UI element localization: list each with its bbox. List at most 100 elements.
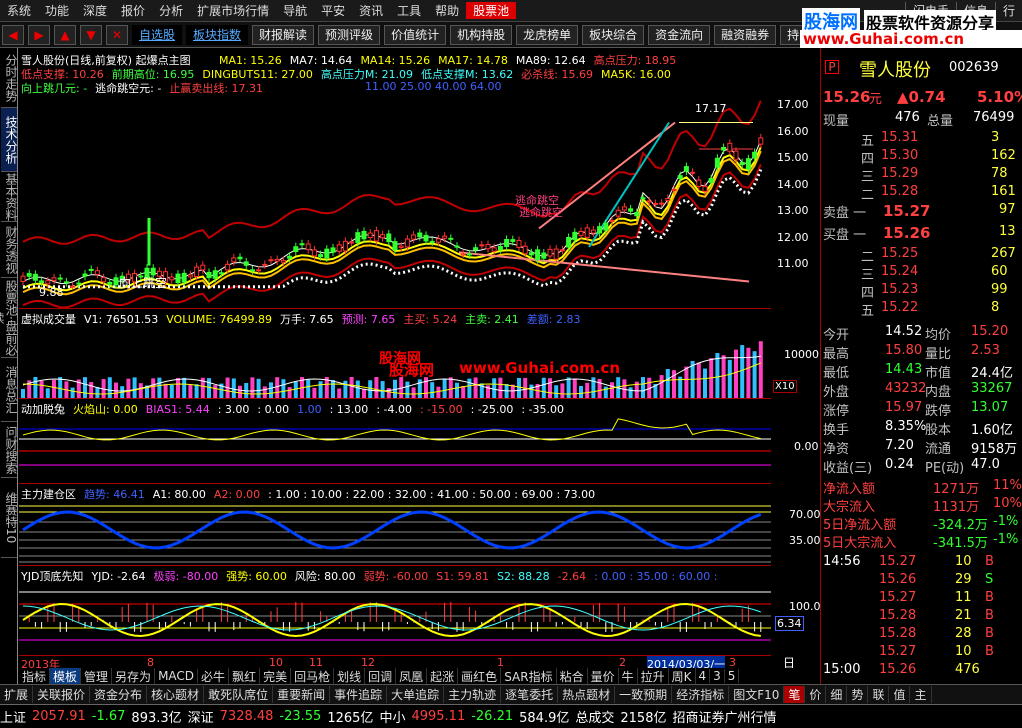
menu-item-11[interactable]: 股票池 (466, 2, 517, 19)
menu-right-item-2[interactable]: 行 (994, 2, 1022, 19)
toolbar-button-5[interactable]: 机构持股 (450, 24, 513, 45)
bottom-tab-13[interactable]: 图文F10 (729, 686, 785, 703)
quote-stats-1-bv: 2.53 (971, 343, 1000, 358)
bottom-tab-15[interactable]: 价 (805, 686, 827, 703)
bottom-tab-11[interactable]: 一致预期 (615, 686, 673, 703)
forward-arrow-icon[interactable]: ▶ (28, 24, 50, 45)
indicator-tab-19[interactable]: 周K (669, 667, 696, 685)
left-tab-6[interactable]: 问财搜索 (1, 422, 18, 478)
tick-row-5: 15.27 10 B (821, 644, 1022, 662)
indicator-tab-17[interactable]: 牛 (619, 667, 638, 685)
toolbar-button-9[interactable]: 融资融券 (714, 24, 777, 45)
bias-chart[interactable] (19, 415, 771, 484)
indicator-tab-7[interactable]: 完美 (260, 667, 292, 685)
toolbar-button-0[interactable]: 自选股 (132, 24, 183, 45)
indicator-tab-8[interactable]: 回马枪 (291, 667, 335, 685)
bottom-tab-9[interactable]: 逐笔委托 (501, 686, 559, 703)
indicator-tab-20[interactable]: 4 (696, 669, 711, 683)
bias-pane[interactable]: 动加脱兔 火焰山: 0.00 BIAS1: 5.44: 3.00: 0.00 1.00… (19, 398, 771, 483)
quote-buys-2-v: 99 (991, 282, 1008, 297)
left-tab-1[interactable]: 技术分析 (1, 108, 18, 172)
volume-pane[interactable]: 虚拟成交量 V1: 76501.53 VOLUME: 76499.89 万手: 7.6… (19, 308, 771, 399)
bottom-tab-4[interactable]: 敢死队席位 (204, 686, 274, 703)
bottom-tab-14[interactable]: 笔 (784, 686, 806, 703)
yjd-chart[interactable] (19, 582, 771, 656)
menu-item-3[interactable]: 报价 (114, 2, 152, 19)
indicator-tab-9[interactable]: 划线 (334, 667, 366, 685)
left-tab-3[interactable]: 财务透视 (1, 222, 18, 278)
left-tab-0[interactable]: 分时走势 (1, 48, 18, 108)
indicator-tab-2[interactable]: 管理 (81, 667, 113, 685)
left-tab-7[interactable]: 维赛特10 (1, 478, 18, 558)
toolbar-button-8[interactable]: 资金流向 (648, 24, 711, 45)
indicator-tab-18[interactable]: 拉升 (638, 667, 669, 685)
indicator-tab-14[interactable]: SAR指标 (501, 667, 557, 685)
down-arrow-icon[interactable]: ▼ (80, 24, 102, 45)
toolbar-button-3[interactable]: 预测评级 (318, 24, 381, 45)
indicator-tab-6[interactable]: 飘红 (229, 667, 261, 685)
bottom-tab-0[interactable]: 扩展 (0, 686, 34, 703)
bottom-tab-1[interactable]: 关联报价 (33, 686, 91, 703)
menu-item-8[interactable]: 资讯 (352, 2, 390, 19)
quote-stats-7-bv: 47.0 (971, 457, 1000, 472)
quote-ticks-5-p: 15.27 (879, 644, 917, 659)
left-tab-2[interactable]: 基本资料 (1, 172, 18, 222)
bottom-tab-20[interactable]: 主 (910, 686, 932, 703)
toolbar-button-7[interactable]: 板块综合 (582, 24, 645, 45)
yjd-pane[interactable]: YJD顶底先知 YJD: -2.64 极弱: -80.00 强势: 60.00 风险: … (19, 565, 771, 655)
indicator-tab-16[interactable]: 量价 (588, 667, 619, 685)
quote-ticks-5-d: B (985, 644, 994, 659)
indicator-tab-15[interactable]: 粘合 (557, 667, 588, 685)
menu-item-10[interactable]: 帮助 (428, 2, 466, 19)
bottom-tab-2[interactable]: 资金分布 (90, 686, 148, 703)
indicator-tab-11[interactable]: 凤凰 (396, 667, 428, 685)
quote-buys-3-v: 8 (991, 300, 1000, 315)
quote-ticks-3-v: 21 (955, 608, 972, 623)
indicator-tab-21[interactable]: 3 (710, 669, 725, 683)
bottom-tab-6[interactable]: 事件追踪 (330, 686, 388, 703)
chart-area[interactable]: 雪人股份(日线,前复权) 起爆点主图 MA1: 15.26 MA7: 14.64 M… (19, 48, 821, 687)
bottom-tab-7[interactable]: 大单追踪 (387, 686, 445, 703)
refresh-icon[interactable]: ✕ (106, 24, 128, 45)
indicator-tab-13[interactable]: 画红色 (458, 667, 502, 685)
main-price-pane[interactable]: 雪人股份(日线,前复权) 起爆点主图 MA1: 15.26 MA7: 14.64 M… (19, 48, 771, 367)
indicator-tab-5[interactable]: 必牛 (198, 667, 230, 685)
bottom-tab-12[interactable]: 经济指标 (672, 686, 730, 703)
indicator-tab-12[interactable]: 起涨 (427, 667, 459, 685)
toolbar-button-6[interactable]: 龙虎榜单 (516, 24, 579, 45)
back-arrow-icon[interactable]: ◀ (2, 24, 24, 45)
bottom-tab-17[interactable]: 势 (847, 686, 869, 703)
bottom-tab-18[interactable]: 联 (868, 686, 890, 703)
toolbar-button-2[interactable]: 财报解读 (252, 24, 315, 45)
indicator-tab-10[interactable]: 回调 (365, 667, 397, 685)
left-tab-5[interactable]: 消息总汇 (1, 358, 18, 422)
indicator-tab-4[interactable]: MACD (155, 669, 199, 683)
indicator-tab-1[interactable]: 模板 (50, 667, 82, 685)
menu-item-6[interactable]: 导航 (276, 2, 314, 19)
up-arrow-icon[interactable]: ▲ (54, 24, 76, 45)
bottom-tab-19[interactable]: 值 (889, 686, 911, 703)
menu-item-1[interactable]: 功能 (38, 2, 76, 19)
toolbar-button-1[interactable]: 板块指数 (186, 24, 249, 45)
accumulation-chart[interactable] (19, 500, 771, 566)
menu-item-2[interactable]: 深度 (76, 2, 114, 19)
toolbar-button-4[interactable]: 价值统计 (384, 24, 447, 45)
menu-item-5[interactable]: 扩展市场行情 (190, 2, 276, 19)
quote-sells-1-v: 162 (991, 148, 1016, 163)
bottom-tab-3[interactable]: 核心题材 (147, 686, 205, 703)
accumulation-pane[interactable]: 主力建仓区 趋势: 46.41 A1: 80.00 A2: 0.00: 1.00 : … (19, 483, 771, 565)
menu-item-0[interactable]: 系统 (0, 2, 38, 19)
menu-item-7[interactable]: 平安 (314, 2, 352, 19)
bottom-tab-10[interactable]: 热点题材 (558, 686, 616, 703)
indicator-tab-3[interactable]: 另存为 (112, 667, 156, 685)
indicator-tab-22[interactable]: 5 (725, 669, 740, 683)
quote-stats-5-b: 股本 (925, 423, 952, 438)
bottom-tab-16[interactable]: 细 (826, 686, 848, 703)
bottom-tab-8[interactable]: 主力轨迹 (444, 686, 502, 703)
price-axis-label-6: 11.00 (777, 257, 809, 270)
menu-item-9[interactable]: 工具 (390, 2, 428, 19)
left-tab-4[interactable]: 股票池·盘前必读 (0, 278, 18, 358)
indicator-tab-0[interactable]: 指标 (19, 667, 51, 685)
menu-item-4[interactable]: 分析 (152, 2, 190, 19)
bottom-tab-5[interactable]: 重要新闻 (273, 686, 331, 703)
